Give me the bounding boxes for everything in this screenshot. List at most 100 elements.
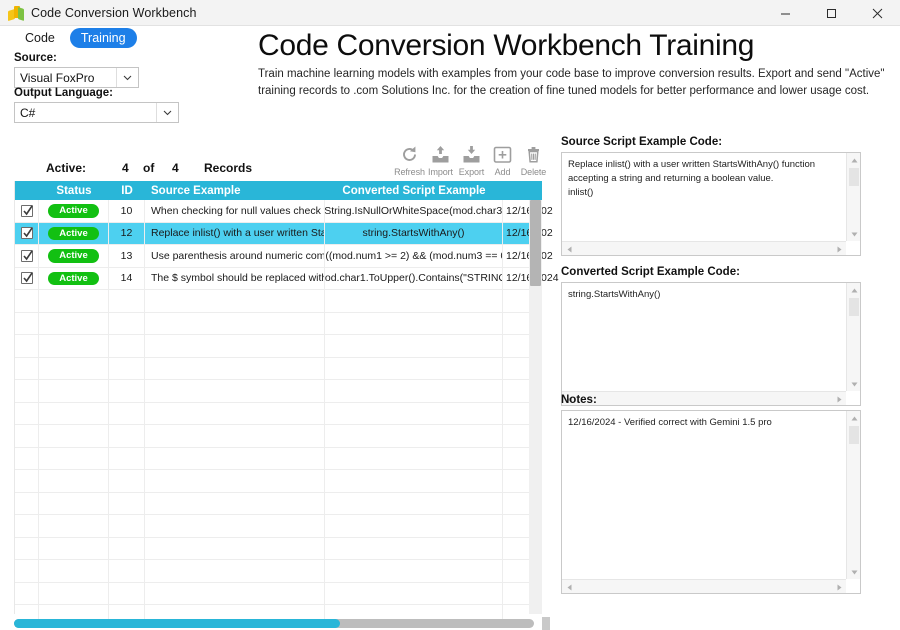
table-row-empty[interactable] — [15, 313, 542, 336]
scroll-left-icon[interactable] — [562, 242, 576, 256]
table-row[interactable]: Active10When checking for null values ch… — [15, 200, 542, 223]
converted-code-vscrollbar[interactable] — [846, 283, 860, 391]
row-checkbox[interactable] — [15, 515, 39, 537]
grid-vertical-scrollbar[interactable] — [529, 200, 542, 614]
row-id-cell — [109, 425, 145, 447]
grid-toolbar: Refresh Import Export — [394, 143, 549, 177]
source-code-vscrollbar-thumb[interactable] — [849, 168, 859, 186]
source-code-hscrollbar[interactable] — [562, 241, 846, 255]
minimize-icon[interactable] — [762, 0, 808, 26]
table-row-empty[interactable] — [15, 583, 542, 606]
scroll-right-icon[interactable] — [832, 392, 846, 406]
row-checkbox[interactable] — [15, 403, 39, 425]
table-row-empty[interactable] — [15, 538, 542, 561]
row-checkbox[interactable] — [15, 245, 39, 267]
row-checkbox[interactable] — [15, 448, 39, 470]
converted-code-hscrollbar[interactable] — [562, 391, 846, 405]
row-checkbox[interactable] — [15, 470, 39, 492]
tab-code[interactable]: Code — [14, 28, 66, 48]
add-button[interactable]: Add — [487, 143, 518, 177]
table-row-empty[interactable] — [15, 470, 542, 493]
notes-hscrollbar[interactable] — [562, 579, 846, 593]
converted-code-vscrollbar-thumb[interactable] — [849, 298, 859, 316]
export-button[interactable]: Export — [456, 143, 487, 177]
table-row-empty[interactable] — [15, 290, 542, 313]
source-code-vscrollbar[interactable] — [846, 153, 860, 241]
table-row-empty[interactable] — [15, 425, 542, 448]
row-checkbox[interactable] — [15, 583, 39, 605]
scroll-up-icon[interactable] — [847, 411, 861, 425]
table-row-empty[interactable] — [15, 403, 542, 426]
output-language-dropdown[interactable]: C# — [14, 102, 179, 123]
grid-horizontal-scrollbar[interactable] — [14, 617, 542, 629]
converted-script-example-code-box[interactable]: string.StartsWithAny() — [561, 282, 861, 406]
converted-script-example-code-value[interactable]: string.StartsWithAny() — [562, 283, 846, 391]
table-row-empty[interactable] — [15, 515, 542, 538]
row-checkbox[interactable] — [15, 223, 39, 245]
row-checkbox[interactable] — [15, 493, 39, 515]
row-checkbox[interactable] — [15, 290, 39, 312]
add-label: Add — [495, 167, 511, 177]
source-dropdown[interactable]: Visual FoxPro — [14, 67, 139, 88]
table-row[interactable]: Active14The $ symbol should be replaced … — [15, 268, 542, 291]
row-checkbox[interactable] — [15, 268, 39, 290]
scroll-up-icon[interactable] — [847, 153, 861, 167]
scroll-up-icon[interactable] — [847, 283, 861, 297]
status-badge: Active — [48, 227, 99, 241]
grid-header-status[interactable]: Status — [39, 185, 109, 197]
import-button[interactable]: Import — [425, 143, 456, 177]
table-row-empty[interactable] — [15, 448, 542, 471]
source-script-example-code-box[interactable]: Replace inlist() with a user written Sta… — [561, 152, 861, 256]
maximize-icon[interactable] — [808, 0, 854, 26]
table-row-empty[interactable] — [15, 493, 542, 516]
checkbox-icon[interactable] — [21, 272, 33, 284]
scrollbar-corner — [846, 391, 860, 405]
checkbox-icon[interactable] — [21, 227, 33, 239]
row-checkbox[interactable] — [15, 425, 39, 447]
row-status-cell — [39, 560, 109, 582]
row-converted-script-cell — [325, 493, 503, 515]
table-row[interactable]: Active13Use parenthesis around numeric c… — [15, 245, 542, 268]
grid-header-id[interactable]: ID — [109, 185, 145, 197]
notes-value[interactable]: 12/16/2024 - Verified correct with Gemin… — [562, 411, 846, 579]
source-script-example-code-value[interactable]: Replace inlist() with a user written Sta… — [562, 153, 846, 241]
row-checkbox[interactable] — [15, 200, 39, 222]
scroll-down-icon[interactable] — [847, 227, 861, 241]
checkbox-icon[interactable] — [21, 205, 33, 217]
notes-box[interactable]: 12/16/2024 - Verified correct with Gemin… — [561, 410, 861, 594]
tab-training[interactable]: Training — [70, 28, 137, 48]
of-label: of — [143, 161, 154, 175]
row-checkbox[interactable] — [15, 358, 39, 380]
active-label: Active: — [46, 161, 86, 175]
row-checkbox[interactable] — [15, 380, 39, 402]
grid-header-converted-script-example[interactable]: Converted Script Example — [325, 185, 503, 197]
table-row-empty[interactable] — [15, 380, 542, 403]
table-row-empty[interactable] — [15, 560, 542, 583]
grid-horizontal-scrollbar-thumb[interactable] — [14, 619, 340, 628]
refresh-button[interactable]: Refresh — [394, 143, 425, 177]
table-row-empty[interactable] — [15, 358, 542, 381]
scroll-left-icon[interactable] — [562, 580, 576, 594]
notes-vscrollbar-thumb[interactable] — [849, 426, 859, 444]
row-source-example-cell — [145, 335, 325, 357]
notes-vscrollbar[interactable] — [846, 411, 860, 579]
checkbox-icon[interactable] — [21, 250, 33, 262]
row-checkbox[interactable] — [15, 538, 39, 560]
row-id-cell — [109, 583, 145, 605]
grid-vertical-scrollbar-thumb[interactable] — [530, 200, 541, 286]
scroll-right-icon[interactable] — [832, 242, 846, 256]
scroll-down-icon[interactable] — [847, 377, 861, 391]
row-id-cell — [109, 380, 145, 402]
delete-button[interactable]: Delete — [518, 143, 549, 177]
table-row[interactable]: Active12Replace inlist() with a user wri… — [15, 223, 542, 246]
row-id-cell — [109, 515, 145, 537]
scroll-right-icon[interactable] — [832, 580, 846, 594]
table-row-empty[interactable] — [15, 335, 542, 358]
scroll-down-icon[interactable] — [847, 565, 861, 579]
row-checkbox[interactable] — [15, 335, 39, 357]
grid-header-source-example[interactable]: Source Example — [145, 185, 325, 197]
row-checkbox[interactable] — [15, 560, 39, 582]
row-checkbox[interactable] — [15, 313, 39, 335]
source-label: Source: — [14, 52, 57, 64]
close-icon[interactable] — [854, 0, 900, 26]
